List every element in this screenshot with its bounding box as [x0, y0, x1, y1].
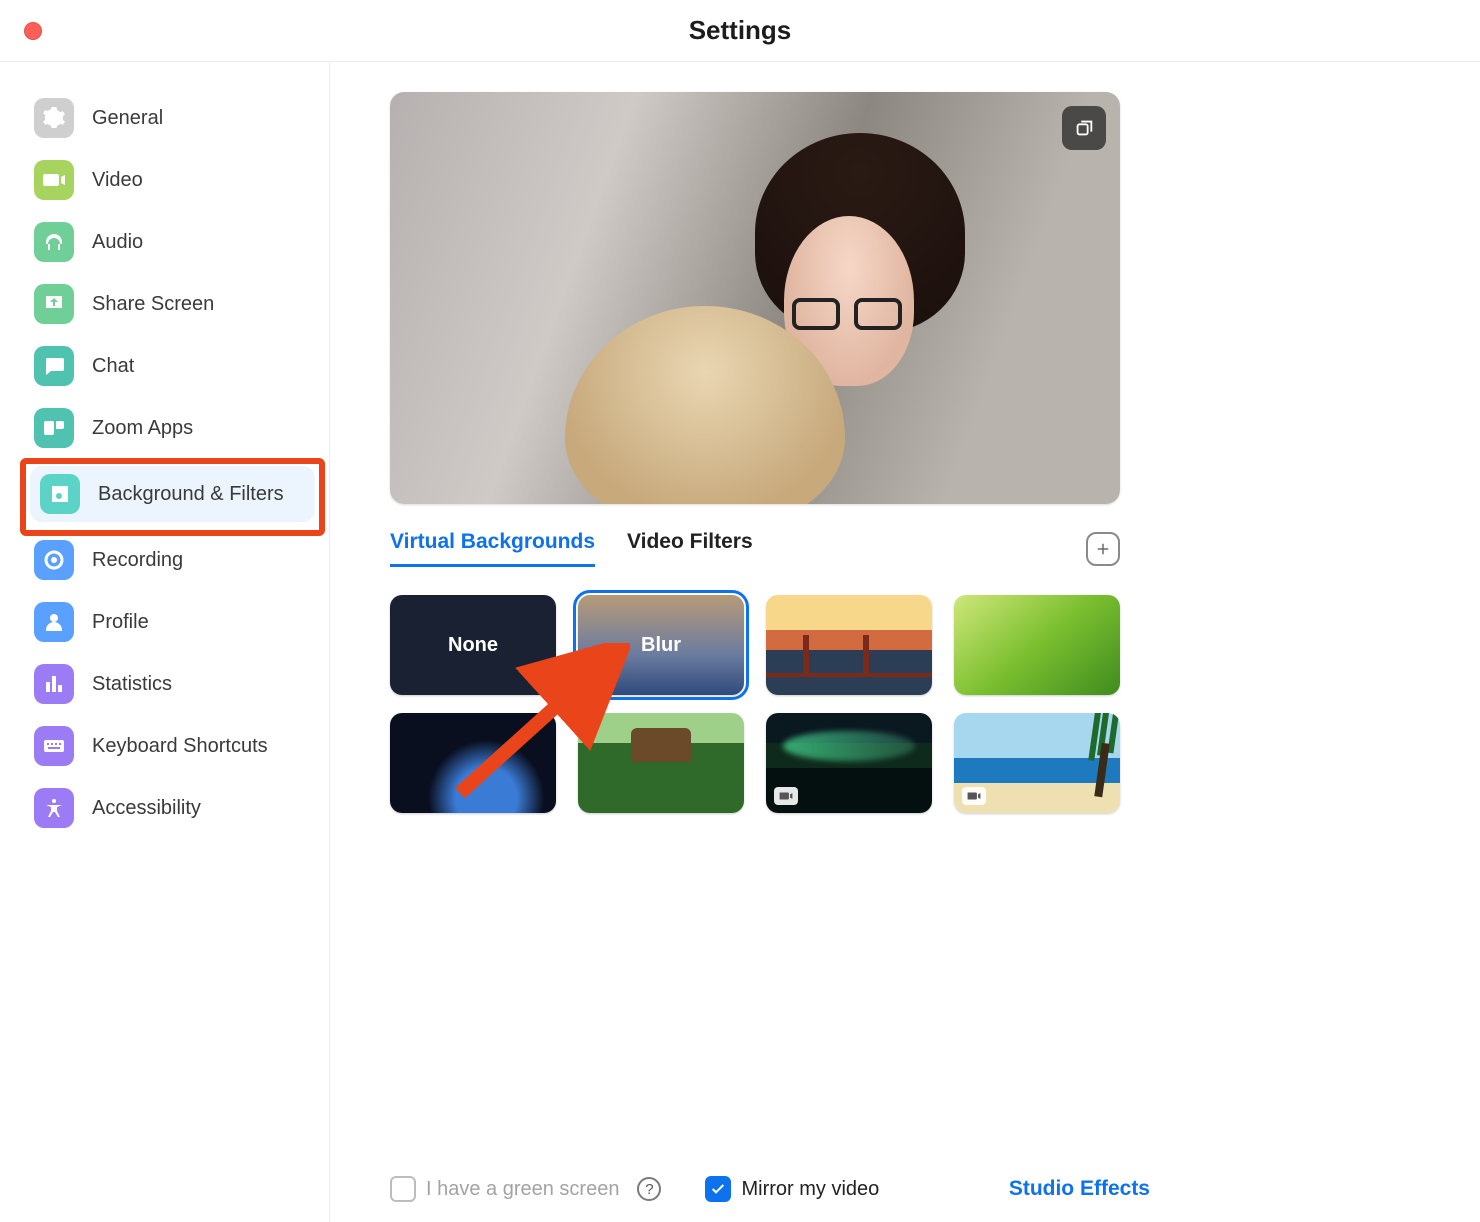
background-option-blur[interactable]: Blur — [578, 595, 744, 695]
profile-icon — [34, 602, 74, 642]
preview-figure — [792, 298, 902, 332]
share-screen-icon — [34, 284, 74, 324]
rotate-camera-button[interactable] — [1062, 106, 1106, 150]
sidebar-item-label: Chat — [92, 355, 134, 378]
accessibility-icon — [34, 788, 74, 828]
video-badge-icon — [774, 787, 798, 805]
sidebar-item-statistics[interactable]: Statistics — [24, 656, 321, 712]
sidebar-item-label: Share Screen — [92, 293, 214, 316]
background-option-image-2[interactable] — [954, 595, 1120, 695]
titlebar: Settings — [0, 0, 1480, 62]
sidebar-item-label: Background & Filters — [98, 483, 284, 506]
sidebar-item-label: Audio — [92, 231, 143, 254]
rotate-icon — [1073, 117, 1095, 139]
green-screen-label: I have a green screen — [426, 1178, 619, 1201]
sidebar-item-label: Statistics — [92, 673, 172, 696]
background-tabs: Virtual Backgrounds Video Filters — [390, 530, 753, 567]
tab-video-filters[interactable]: Video Filters — [627, 530, 753, 567]
green-screen-help-button[interactable]: ? — [637, 1177, 661, 1201]
sidebar-item-profile[interactable]: Profile — [24, 594, 321, 650]
headphones-icon — [34, 222, 74, 262]
close-window-button[interactable] — [24, 22, 42, 40]
sidebar-item-share-screen[interactable]: Share Screen — [24, 276, 321, 332]
settings-content: Virtual Backgrounds Video Filters None B… — [330, 62, 1480, 1222]
video-badge-icon — [962, 787, 986, 805]
add-background-button[interactable] — [1086, 532, 1120, 566]
tab-virtual-backgrounds[interactable]: Virtual Backgrounds — [390, 530, 595, 567]
sidebar-item-chat[interactable]: Chat — [24, 338, 321, 394]
sidebar-item-label: Zoom Apps — [92, 417, 193, 440]
studio-effects-link[interactable]: Studio Effects — [1009, 1177, 1150, 1201]
background-option-label: Blur — [641, 634, 681, 657]
sidebar-item-background-filters[interactable]: Background & Filters — [30, 466, 315, 522]
sidebar-item-label: Video — [92, 169, 143, 192]
background-filters-icon — [40, 474, 80, 514]
sidebar-item-label: Keyboard Shortcuts — [92, 735, 268, 758]
recording-icon — [34, 540, 74, 580]
sidebar-item-general[interactable]: General — [24, 90, 321, 146]
sidebar-item-audio[interactable]: Audio — [24, 214, 321, 270]
window-title: Settings — [0, 15, 1480, 46]
sidebar-item-label: Recording — [92, 549, 183, 572]
background-option-video-1[interactable] — [766, 713, 932, 813]
plus-icon — [1094, 540, 1112, 558]
sidebar-item-zoom-apps[interactable]: Zoom Apps — [24, 400, 321, 456]
background-option-video-2[interactable] — [954, 713, 1120, 813]
keyboard-icon — [34, 726, 74, 766]
chat-icon — [34, 346, 74, 386]
mirror-video-checkbox[interactable] — [705, 1176, 731, 1202]
apps-icon — [34, 408, 74, 448]
sidebar-item-label: Accessibility — [92, 797, 201, 820]
sidebar-item-recording[interactable]: Recording — [24, 532, 321, 588]
video-icon — [34, 160, 74, 200]
window-body: General Video Audio Share Screen — [0, 62, 1480, 1222]
gear-icon — [34, 98, 74, 138]
settings-sidebar: General Video Audio Share Screen — [0, 62, 330, 1222]
statistics-icon — [34, 664, 74, 704]
mirror-video-label: Mirror my video — [741, 1178, 879, 1201]
background-option-image-3[interactable] — [390, 713, 556, 813]
check-icon — [710, 1181, 726, 1197]
sidebar-item-keyboard-shortcuts[interactable]: Keyboard Shortcuts — [24, 718, 321, 774]
background-tabs-row: Virtual Backgrounds Video Filters — [390, 530, 1120, 567]
sidebar-item-accessibility[interactable]: Accessibility — [24, 780, 321, 836]
background-option-none[interactable]: None — [390, 595, 556, 695]
camera-preview — [390, 92, 1120, 504]
background-grid: None Blur — [390, 595, 1120, 813]
annotation-highlight-box: Background & Filters — [24, 462, 321, 532]
sidebar-item-label: Profile — [92, 611, 149, 634]
background-option-label: None — [448, 634, 498, 657]
background-option-image-1[interactable] — [766, 595, 932, 695]
background-option-image-4[interactable] — [578, 713, 744, 813]
settings-window: Settings General Video Audio — [0, 0, 1480, 1222]
background-options-bar: I have a green screen ? Mirror my video … — [390, 1116, 1150, 1202]
sidebar-item-label: General — [92, 107, 163, 130]
green-screen-checkbox[interactable] — [390, 1176, 416, 1202]
sidebar-item-video[interactable]: Video — [24, 152, 321, 208]
